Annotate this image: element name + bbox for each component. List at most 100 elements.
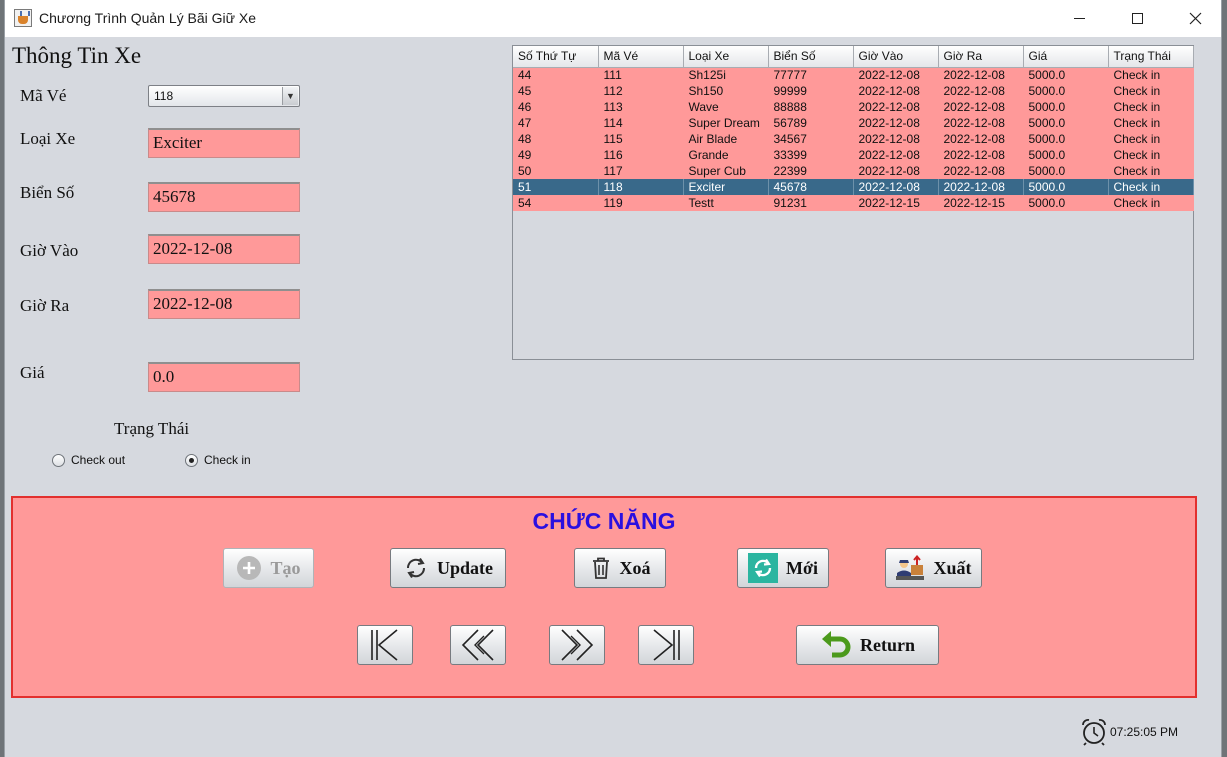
column-header[interactable]: Biển Số — [768, 46, 854, 68]
gio-vao-label: Giờ Vào — [20, 241, 79, 260]
gio-vao-field[interactable]: 2022-12-08 — [148, 234, 300, 264]
column-header[interactable]: Giá — [1023, 46, 1109, 68]
table-cell: 51 — [513, 179, 599, 195]
table-cell: 5000.0 — [1023, 131, 1109, 147]
table-cell: 5000.0 — [1023, 83, 1109, 99]
next-record-button[interactable] — [549, 625, 605, 665]
tao-label: Tạo — [270, 557, 301, 578]
table-cell: 2022-12-08 — [853, 163, 939, 179]
table-cell: Testt — [683, 195, 769, 211]
table-row[interactable]: 54 119 Testt 91231 2022-12-15 2022-12-15 5000.… — [513, 195, 1194, 211]
table-cell: Check in — [1108, 131, 1194, 147]
table-cell: 114 — [598, 115, 684, 131]
gio-ra-field[interactable]: 2022-12-08 — [148, 289, 300, 319]
chevron-down-icon[interactable]: ▼ — [282, 87, 298, 105]
radio-check-out[interactable]: Check out — [52, 453, 125, 467]
radio-check-out-label: Check out — [71, 453, 126, 467]
table-cell: 116 — [598, 147, 684, 163]
table-cell: Wave — [683, 99, 769, 115]
maximize-button[interactable] — [1108, 0, 1166, 37]
table-cell: Super Cub — [683, 163, 769, 179]
table-cell: 22399 — [768, 163, 854, 179]
table-cell: 113 — [598, 99, 684, 115]
close-icon — [1189, 12, 1201, 25]
last-record-button[interactable] — [638, 625, 694, 665]
loai-xe-label: Loại Xe — [20, 129, 76, 148]
moi-label: Mới — [786, 557, 818, 578]
ma-ve-select[interactable]: 118 ▼ — [148, 85, 300, 107]
ma-ve-value: 118 — [154, 89, 174, 103]
table-cell: 2022-12-08 — [938, 179, 1024, 195]
update-label: Update — [436, 557, 493, 578]
return-label: Return — [860, 634, 915, 655]
loai-xe-field[interactable]: Exciter — [148, 128, 300, 158]
table-cell: 48 — [513, 131, 599, 147]
table-cell: 5000.0 — [1023, 195, 1109, 211]
table-row[interactable]: 45 112 Sh150 99999 2022-12-08 2022-12-08 5000.… — [513, 83, 1194, 99]
function-panel: CHỨC NĂNG Tạo Update Xoá Mới Xuất Return — [11, 496, 1197, 698]
table-cell: Check in — [1108, 163, 1194, 179]
column-header[interactable]: Giờ Ra — [938, 46, 1024, 68]
column-header[interactable]: Số Thứ Tự — [513, 46, 599, 68]
close-button[interactable] — [1166, 0, 1224, 37]
table-cell: 2022-12-08 — [938, 115, 1024, 131]
column-header[interactable]: Loại Xe — [683, 46, 769, 68]
return-button[interactable]: Return — [796, 625, 939, 665]
bien-so-field[interactable]: 45678 — [148, 182, 300, 212]
radio-check-in-circle[interactable] — [185, 453, 198, 467]
previous-record-button[interactable] — [450, 625, 506, 665]
table-row[interactable]: 51 118 Exciter 45678 2022-12-08 2022-12-08 500… — [513, 179, 1194, 195]
function-panel-title: CHỨC NĂNG — [532, 508, 676, 534]
table-row[interactable]: 50 117 Super Cub 22399 2022-12-08 2022-12-08 5… — [513, 163, 1194, 179]
table-cell: Check in — [1108, 67, 1194, 83]
radio-check-in[interactable]: Check in — [185, 453, 251, 467]
gia-field[interactable]: 0.0 — [148, 362, 300, 392]
reload-icon — [748, 553, 779, 583]
trash-icon — [592, 557, 609, 579]
table-cell: 5000.0 — [1023, 115, 1109, 131]
table-cell: Check in — [1108, 179, 1194, 195]
table-row[interactable]: 46 113 Wave 88888 2022-12-08 2022-12-08 5000.0… — [513, 99, 1194, 115]
table-cell: Check in — [1108, 99, 1194, 115]
table-cell: 2022-12-08 — [938, 163, 1024, 179]
xuat-button[interactable]: Xuất — [885, 548, 982, 588]
table-cell: 46 — [513, 99, 599, 115]
table-cell: 111 — [598, 67, 684, 83]
radio-check-out-circle[interactable] — [52, 453, 65, 467]
table-cell: 2022-12-15 — [938, 195, 1024, 211]
column-header[interactable]: Giờ Vào — [853, 46, 939, 68]
table-cell: Check in — [1108, 83, 1194, 99]
table-row[interactable]: 48 115 Air Blade 34567 2022-12-08 2022-12-08 5… — [513, 131, 1194, 147]
title-bar[interactable]: Chương Trình Quản Lý Bãi Giữ Xe — [5, 0, 1221, 37]
table-cell: 2022-12-08 — [853, 83, 939, 99]
table-row[interactable]: 47 114 Super Dream 56789 2022-12-08 2022-12-0… — [513, 115, 1194, 131]
tao-button[interactable]: Tạo — [223, 548, 314, 588]
vehicle-table[interactable]: Số Thứ Tự Mã Vé Loại Xe Biển Số Giờ Vào … — [512, 45, 1194, 360]
table-cell: 2022-12-08 — [938, 147, 1024, 163]
export-worker-icon — [896, 555, 925, 580]
bien-so-label: Biển Số — [20, 183, 75, 202]
table-cell: 33399 — [768, 147, 854, 163]
column-header[interactable]: Mã Vé — [598, 46, 684, 68]
table-row[interactable]: 49 116 Grande 33399 2022-12-08 2022-12-08 5000… — [513, 147, 1194, 163]
minimize-icon — [1073, 18, 1085, 19]
table-cell: 5000.0 — [1023, 179, 1109, 195]
table-cell: Check in — [1108, 195, 1194, 211]
table-cell: 5000.0 — [1023, 147, 1109, 163]
table-cell: 47 — [513, 115, 599, 131]
first-record-button[interactable] — [357, 625, 413, 665]
table-cell: Check in — [1108, 115, 1194, 131]
column-header[interactable]: Trạng Thái — [1108, 46, 1194, 68]
table-cell: Sh150 — [683, 83, 769, 99]
moi-button[interactable]: Mới — [737, 548, 829, 588]
table-cell: 2022-12-08 — [853, 67, 939, 83]
table-cell: 112 — [598, 83, 684, 99]
xoa-label: Xoá — [619, 557, 651, 578]
update-button[interactable]: Update — [390, 548, 506, 588]
table-cell: 5000.0 — [1023, 67, 1109, 83]
table-row[interactable]: 44 111 Sh125i 77777 2022-12-08 2022-12-08 5000… — [513, 67, 1194, 83]
table-cell: Air Blade — [683, 131, 769, 147]
xoa-button[interactable]: Xoá — [574, 548, 666, 588]
minimize-button[interactable] — [1050, 0, 1108, 37]
java-app-icon — [14, 9, 32, 27]
